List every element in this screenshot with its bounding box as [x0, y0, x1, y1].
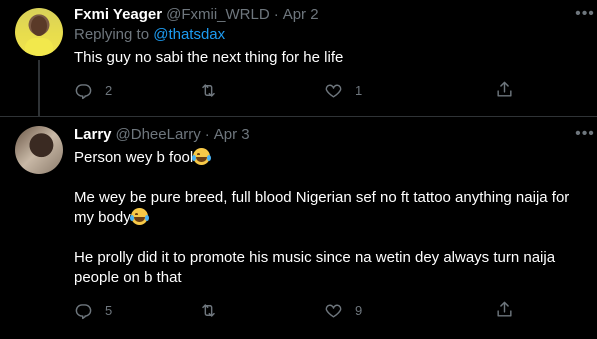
more-icon[interactable]: •••: [573, 124, 597, 144]
paragraph-text: Person wey b fool: [74, 149, 194, 166]
avatar[interactable]: [15, 126, 63, 174]
like-count: 9: [355, 302, 363, 318]
tweet-date[interactable]: Apr 3: [214, 126, 250, 143]
heart-icon: [325, 304, 342, 318]
retweet-icon: [202, 303, 215, 317]
like-button[interactable]: 9: [324, 301, 449, 320]
separator: ·: [204, 125, 210, 143]
share-button[interactable]: [495, 300, 514, 324]
reply-count: 5: [105, 302, 113, 318]
face-with-tears-of-joy-emoji: [129, 208, 149, 225]
tweet-paragraph: Me wey be pure breed, full blood Nigeria…: [74, 188, 577, 228]
retweet-button[interactable]: [199, 301, 324, 320]
tweet-actions: 5 9: [74, 300, 514, 320]
reply-button[interactable]: 5: [74, 301, 199, 320]
paragraph-text: Me wey be pure breed, full blood Nigeria…: [74, 189, 570, 226]
tweet-paragraph: He prolly did it to promote his music si…: [74, 249, 556, 286]
display-name[interactable]: Larry: [74, 126, 112, 143]
tweet-2[interactable]: Larry @DheeLarry · Apr 3 Person wey b fo…: [0, 0, 597, 339]
tweet-header: Larry @DheeLarry · Apr 3: [74, 124, 577, 144]
share-icon: [497, 301, 512, 317]
user-handle[interactable]: @DheeLarry: [116, 126, 201, 143]
face-with-tears-of-joy-emoji: [192, 148, 212, 165]
reply-icon: [75, 303, 92, 319]
tweet-paragraph: Person wey b fool: [74, 148, 577, 168]
tweet-content: Larry @DheeLarry · Apr 3 Person wey b fo…: [74, 124, 577, 288]
tweet-text: Person wey b fool Me wey be pure breed, …: [74, 148, 577, 288]
